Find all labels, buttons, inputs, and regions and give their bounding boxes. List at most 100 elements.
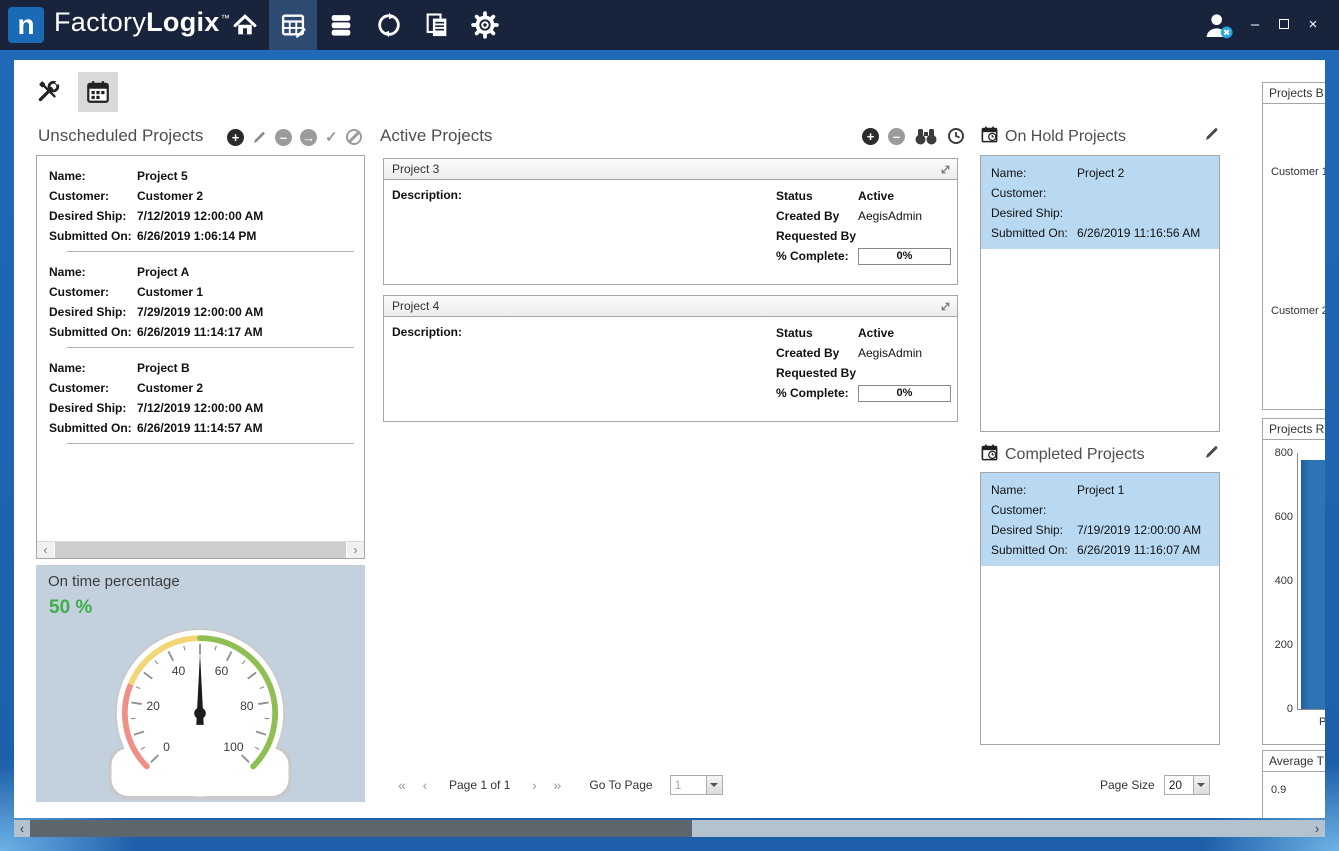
customer-label: Customer: [49, 378, 137, 398]
add-project-button[interactable]: + [227, 129, 244, 146]
percent-complete-label: % Complete: [776, 249, 858, 263]
add-active-project-button[interactable]: + [862, 128, 879, 145]
percent-complete-label: % Complete: [776, 386, 858, 400]
page-size-value: 20 [1165, 776, 1193, 794]
average-panel-header[interactable]: Average T [1262, 750, 1325, 772]
project-fields: StatusActive Created ByAegisAdmin Reques… [776, 323, 951, 403]
settings-gear-icon[interactable] [461, 0, 509, 50]
unscheduled-toolbar: + – → ✓ [227, 128, 362, 146]
app-title: FactoryLogix™ [54, 7, 230, 38]
svg-text:40: 40 [172, 664, 186, 678]
legend-customer-2: Customer 2 [1271, 305, 1325, 317]
scroll-right-icon[interactable]: › [347, 542, 364, 559]
edit-on-hold-button[interactable] [1204, 126, 1220, 142]
customer-label: Customer: [49, 186, 137, 206]
user-icon-glyph [1202, 9, 1234, 41]
chart-x-axis [1297, 709, 1325, 710]
next-page-button[interactable]: › [527, 776, 541, 794]
completed-project-item[interactable]: Name:Project 1 Customer: Desired Ship:7/… [981, 473, 1219, 566]
page-size-control: Page Size 20 [1100, 775, 1210, 795]
unscheduled-project-item[interactable]: Name:Project A Customer:Customer 1 Desir… [37, 252, 364, 348]
go-to-page-label: Go To Page [581, 778, 660, 792]
go-to-page-value: 1 [671, 776, 706, 794]
schedule-project-button[interactable]: → [300, 129, 317, 146]
customer-label: Customer: [991, 183, 1077, 203]
documents-icon-glyph [423, 11, 451, 39]
pencil-icon [1204, 444, 1220, 460]
dropdown-arrow-icon [706, 776, 722, 794]
scroll-left-icon[interactable]: ‹ [37, 542, 54, 559]
production-planning-icon[interactable] [269, 0, 317, 50]
aegis-logo: n [8, 7, 44, 43]
go-to-page-select[interactable]: 1 [670, 775, 723, 795]
chart-x-label: P [1319, 716, 1325, 728]
tab-tools[interactable] [28, 72, 68, 112]
clock-icon [947, 127, 965, 145]
stack-icon-glyph [327, 11, 355, 39]
expand-icon[interactable] [940, 164, 951, 175]
on-hold-projects-title: On Hold Projects [1005, 128, 1126, 146]
requested-by-label: Requested By [776, 229, 858, 243]
materials-stack-icon[interactable] [317, 0, 365, 50]
projects-chart-panel-header[interactable]: Projects R [1262, 418, 1325, 440]
tools-icon [35, 79, 61, 105]
edit-completed-button[interactable] [1204, 444, 1220, 460]
scroll-left-icon[interactable]: ‹ [14, 820, 30, 837]
tab-schedule[interactable] [78, 72, 118, 112]
expand-icon[interactable] [940, 301, 951, 312]
first-page-button[interactable]: « [395, 776, 409, 794]
close-button[interactable]: × [1305, 17, 1321, 33]
name-value: Project 1 [1077, 480, 1124, 500]
history-clock-button[interactable] [947, 127, 965, 145]
last-page-button[interactable]: » [550, 776, 564, 794]
submitted-on-label: Submitted On: [49, 418, 137, 438]
project-card-title: Project 3 [390, 162, 439, 176]
scrollbar-thumb[interactable] [30, 820, 692, 837]
desired-ship-label: Desired Ship: [991, 520, 1077, 540]
unscheduled-project-item[interactable]: Name:Project B Customer:Customer 2 Desir… [37, 348, 364, 444]
description-label: Description: [392, 325, 462, 339]
factorylogix-window: n FactoryLogix™ [0, 0, 1339, 851]
svg-text:20: 20 [146, 699, 160, 713]
unscheduled-project-item[interactable]: Name:Project 5 Customer:Customer 2 Desir… [37, 156, 364, 252]
on-time-gauge: 020406080100 [81, 615, 319, 800]
on-hold-projects-list: Name:Project 2 Customer: Desired Ship: S… [980, 155, 1220, 432]
project-card-header[interactable]: Project 4 [384, 296, 957, 317]
logo-letter: n [17, 9, 34, 41]
scrollbar-thumb[interactable] [54, 542, 347, 559]
unscheduled-projects-list: Name:Project 5 Customer:Customer 2 Desir… [36, 155, 365, 559]
maximize-button[interactable] [1276, 17, 1292, 33]
requested-by-label: Requested By [776, 366, 858, 380]
y-tick: 600 [1263, 511, 1293, 523]
project-card-header[interactable]: Project 3 [384, 159, 957, 180]
on-hold-project-item[interactable]: Name:Project 2 Customer: Desired Ship: S… [981, 156, 1219, 249]
previous-page-button[interactable]: ‹ [418, 776, 432, 794]
user-logoff-icon[interactable] [1202, 9, 1234, 41]
cancel-project-button[interactable] [346, 129, 362, 145]
remove-project-button[interactable]: – [275, 129, 292, 146]
desired-ship-label: Desired Ship: [49, 206, 137, 226]
home-icon[interactable] [221, 0, 269, 50]
remove-active-project-button[interactable]: – [888, 128, 905, 145]
status-label: Status [776, 189, 858, 203]
horizontal-scrollbar[interactable]: ‹ › [14, 820, 1325, 837]
status-value: Active [858, 326, 894, 340]
scroll-right-icon[interactable]: › [1309, 820, 1325, 837]
unscheduled-projects-title: Unscheduled Projects [38, 126, 203, 146]
page-size-select[interactable]: 20 [1164, 775, 1210, 795]
desired-ship-label: Desired Ship: [49, 398, 137, 418]
project-card-body: Description: StatusActive Created ByAegi… [384, 317, 957, 421]
projects-by-panel-header[interactable]: Projects B [1262, 82, 1325, 104]
titlebar-controls: – × [1202, 0, 1321, 50]
minimize-button[interactable]: – [1247, 17, 1263, 33]
gear-icon-glyph [470, 10, 500, 40]
completed-projects-list: Name:Project 1 Customer: Desired Ship:7/… [980, 472, 1220, 745]
approve-project-button[interactable]: ✓ [325, 128, 338, 146]
dispatch-compass-icon[interactable] [365, 0, 413, 50]
unscheduled-horizontal-scrollbar[interactable]: ‹ › [37, 541, 364, 558]
search-binoculars-button[interactable] [914, 128, 938, 145]
brand-logix: Logix [146, 7, 220, 37]
documents-icon[interactable] [413, 0, 461, 50]
edit-project-button[interactable] [252, 130, 267, 145]
binoculars-icon [914, 128, 938, 145]
